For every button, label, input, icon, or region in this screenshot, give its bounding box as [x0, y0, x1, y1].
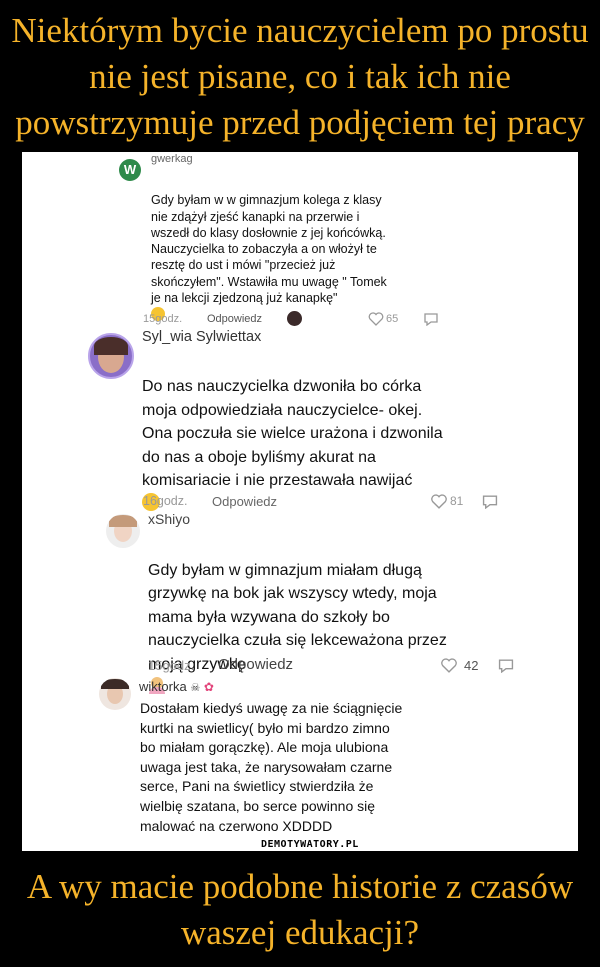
watermark: DEMOTYWATORY.PL — [258, 839, 362, 850]
comment-text: Dostałam kiedyś uwagę za nie ściągnięcie… — [140, 700, 403, 834]
comments-screenshot: W gwerkag Gdy byłam w w gimnazjum kolega… — [22, 152, 578, 851]
comment-time: 15godz. — [148, 658, 195, 673]
comment-text: Do nas nauczycielka dzwoniła bo córka mo… — [142, 352, 572, 516]
comment-text: Gdy byłam w w gimnazjum kolega z klasy n… — [151, 176, 561, 323]
avatar-letter: W — [123, 162, 137, 177]
reply-button[interactable]: Odpowiedz — [207, 313, 262, 325]
reply-icon[interactable] — [423, 312, 439, 326]
heart-icon[interactable] — [368, 312, 384, 326]
avatar[interactable] — [88, 333, 134, 379]
avatar[interactable]: W — [119, 159, 141, 181]
meme-title: Niektórym bycie nauczycielem po prostu n… — [11, 11, 589, 142]
comment-username[interactable]: xShiyo — [148, 511, 190, 527]
comment-sylwiettax: Syl_wia Sylwiettax Do nas nauczycielka d… — [22, 329, 578, 512]
meme-caption: A wy macie podobne historie z czasów was… — [26, 867, 574, 952]
comment-username[interactable]: wiktorka ☠ ✿ — [139, 679, 214, 694]
comment-gwerkag: W gwerkag Gdy byłam w w gimnazjum kolega… — [22, 152, 578, 332]
author-liked-avatar — [287, 311, 302, 326]
bow-icon: ✿ — [203, 680, 214, 694]
avatar[interactable] — [99, 678, 131, 710]
comment-username[interactable]: gwerkag — [151, 153, 193, 165]
reply-icon[interactable] — [497, 658, 515, 673]
like-count: 42 — [464, 658, 479, 673]
reply-button[interactable]: Odpowiedz — [218, 656, 293, 673]
like-count: 65 — [386, 313, 399, 325]
comment-xshiyo: xShiyo Gdy byłam w gimnazjum miałam dług… — [22, 506, 578, 694]
skull-icon: ☠ — [190, 682, 201, 694]
heart-icon[interactable] — [440, 658, 458, 673]
comment-time: 15godz. — [143, 313, 183, 325]
comment-username[interactable]: Syl_wia Sylwiettax — [142, 329, 261, 345]
comment-wiktorka: wiktorka ☠ ✿ Dostałam kiedyś uwagę za ni… — [22, 677, 578, 851]
avatar[interactable] — [106, 514, 140, 548]
